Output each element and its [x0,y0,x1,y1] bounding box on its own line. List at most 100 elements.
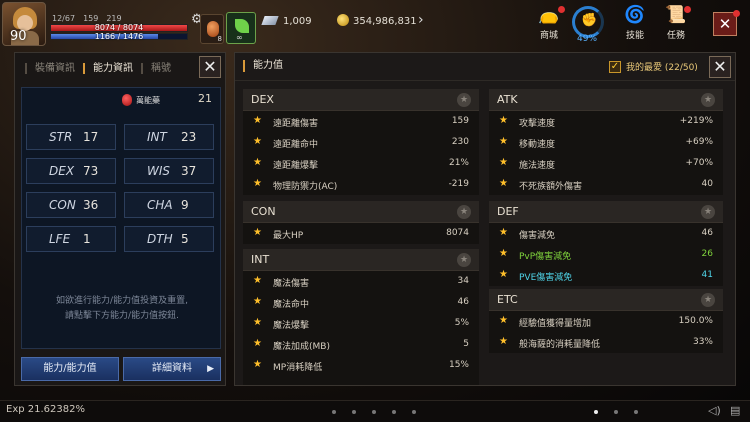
ability-button[interactable]: 能力/能力值 [21,357,119,381]
play-arrow-icon: ▶ [207,364,214,374]
star-icon[interactable]: ★ [499,315,508,326]
stat-str[interactable]: STR 17 [26,124,116,150]
stat-value: 73 [83,164,99,178]
star-icon[interactable]: ★ [253,115,262,126]
star-icon[interactable]: ★ [499,157,508,168]
page-dot-active[interactable] [594,410,598,414]
section-title: DEX [251,93,274,106]
stat-wis[interactable]: WIS 37 [124,158,214,184]
buff-counter-3: 219 [106,14,122,23]
elixir-count: 21 [198,92,212,105]
page-dot[interactable] [634,410,638,414]
tab-equipment-info[interactable]: 裝備資訊 [25,62,83,74]
character-portrait[interactable]: 90 [2,2,46,46]
game-screen: 90 12/67 159 219 8074 / 8074 1166 / 1476… [0,0,750,422]
star-icon[interactable]: ★ [499,227,508,238]
stat-con[interactable]: CON 36 [26,192,116,218]
ability-values-header: 能力值 ✓ 我的最愛 (22/50) ✕ [235,53,735,81]
stat-row-name: 魔法命中 [273,300,310,310]
auto-skill-quickslot[interactable]: ∞ [226,12,256,44]
star-icon[interactable]: ★ [499,178,508,189]
favorite-star-icon[interactable]: ★ [701,93,715,107]
stat-value: 36 [83,198,99,212]
character-info-panel: 裝備資訊 能力資訊 稱號 ✕ 萬能藥 21 STR 17 INT 23 DEX … [14,52,226,386]
star-icon[interactable]: ★ [253,136,262,147]
page-dot[interactable] [392,410,396,414]
page-dot[interactable] [412,410,416,414]
stat-row: ★ 遠距離爆擊 21% [243,153,479,174]
star-icon[interactable]: ★ [499,115,508,126]
page-dot[interactable] [614,410,618,414]
star-icon[interactable]: ★ [253,338,262,349]
hint-line-1: 如欲進行能力/能力值投資及重置, [56,296,188,306]
page-dot[interactable] [332,410,336,414]
stat-row-name: 般海薩的消耗量降低 [519,340,601,350]
shop-label: 商城 [539,31,558,41]
star-icon[interactable]: ★ [253,275,262,286]
stat-row-name: 攻擊速度 [519,119,556,129]
stat-row-value: 230 [451,137,469,147]
stat-row: ★ MP消耗降低 15% [243,355,479,376]
atk-section: ATK ★ ★ 攻擊速度 +219% ★ 移動速度 +69% ★ 施法速度 +70% ★ 不死族… [489,89,723,195]
stat-value: 1 [83,232,91,246]
tab-ability-info[interactable]: 能力資訊 [83,62,141,74]
dex-section: DEX ★ ★ 遠距離傷害 159 ★ 遠距離命中 230 ★ 遠距離爆擊 21% ★ 物理防禦… [243,89,479,195]
star-icon[interactable]: ★ [253,317,262,328]
chevron-right-icon[interactable]: › [418,12,424,28]
chat-icon[interactable]: ▤ [730,404,740,417]
section-title: CON [251,205,276,218]
stat-row-name: 最大HP [273,231,304,241]
star-icon[interactable]: ★ [253,227,262,238]
volume-icon[interactable]: ◁) [708,404,721,417]
stat-name: CHA [147,198,173,212]
star-icon[interactable]: ★ [253,359,262,370]
stat-reset-hint: 如欲進行能力/能力值投資及重置, 請點擊下方能力/能力值按鈕. [30,294,214,324]
tab-titles[interactable]: 稱號 [141,62,179,74]
stat-row: ★ 最大HP 8074 [243,223,479,244]
hint-line-2: 請點擊下方能力/能力值按鈕. [65,311,179,321]
stat-int[interactable]: INT 23 [124,124,214,150]
star-icon[interactable]: ★ [253,296,262,307]
stat-cha[interactable]: CHA 9 [124,192,214,218]
star-icon[interactable]: ★ [253,178,262,189]
page-dot[interactable] [352,410,356,414]
stat-dex[interactable]: DEX 73 [26,158,116,184]
stat-row-value: 5% [454,318,469,328]
page-dot[interactable] [372,410,376,414]
stat-row-name: 施法速度 [519,161,556,171]
favorites-toggle[interactable]: ✓ 我的最愛 (22/50) [609,60,698,73]
stat-row: ★ PvP傷害減免 26 [489,244,723,265]
skills-button[interactable]: 🌀 技能 [618,4,652,41]
favorite-star-icon[interactable]: ★ [457,205,471,219]
star-icon[interactable]: ★ [499,136,508,147]
stat-row: ★ 遠距離傷害 159 [243,111,479,132]
close-icon[interactable]: ✕ [709,56,731,78]
stat-row-name: 經驗值獲得量增加 [519,319,592,329]
details-button[interactable]: 詳細資料 ▶ [123,357,221,381]
star-icon[interactable]: ★ [499,269,508,280]
stat-row-name: 傷害減免 [519,231,556,241]
gold-amount: 354,986,831 [353,16,417,27]
favorite-star-icon[interactable]: ★ [457,93,471,107]
section-title: ATK [497,93,518,106]
potion-quickslot[interactable]: 8 [200,14,224,44]
stat-lfe[interactable]: LFE 1 [26,226,116,252]
stat-row-value: 46 [457,297,469,307]
elixir-potion-icon [122,94,132,106]
elixir-indicator: 萬能藥 [122,94,160,106]
star-icon[interactable]: ★ [253,157,262,168]
stat-dth[interactable]: DTH 5 [124,226,214,252]
stat-row-value: +70% [685,158,713,168]
favorite-star-icon[interactable]: ★ [457,253,471,267]
stat-row-name: 物理防禦力(AC) [273,182,338,192]
stat-row-value: 21% [448,158,469,168]
stat-row-value: -219 [448,179,469,189]
progress-percent: 49% [577,34,598,44]
stat-name: INT [147,130,167,144]
close-icon[interactable]: ✕ [199,56,221,78]
star-icon[interactable]: ★ [499,248,508,259]
top-hud: 90 12/67 159 219 8074 / 8074 1166 / 1476… [0,0,750,48]
favorite-star-icon[interactable]: ★ [701,293,715,307]
star-icon[interactable]: ★ [499,336,508,347]
favorite-star-icon[interactable]: ★ [701,205,715,219]
